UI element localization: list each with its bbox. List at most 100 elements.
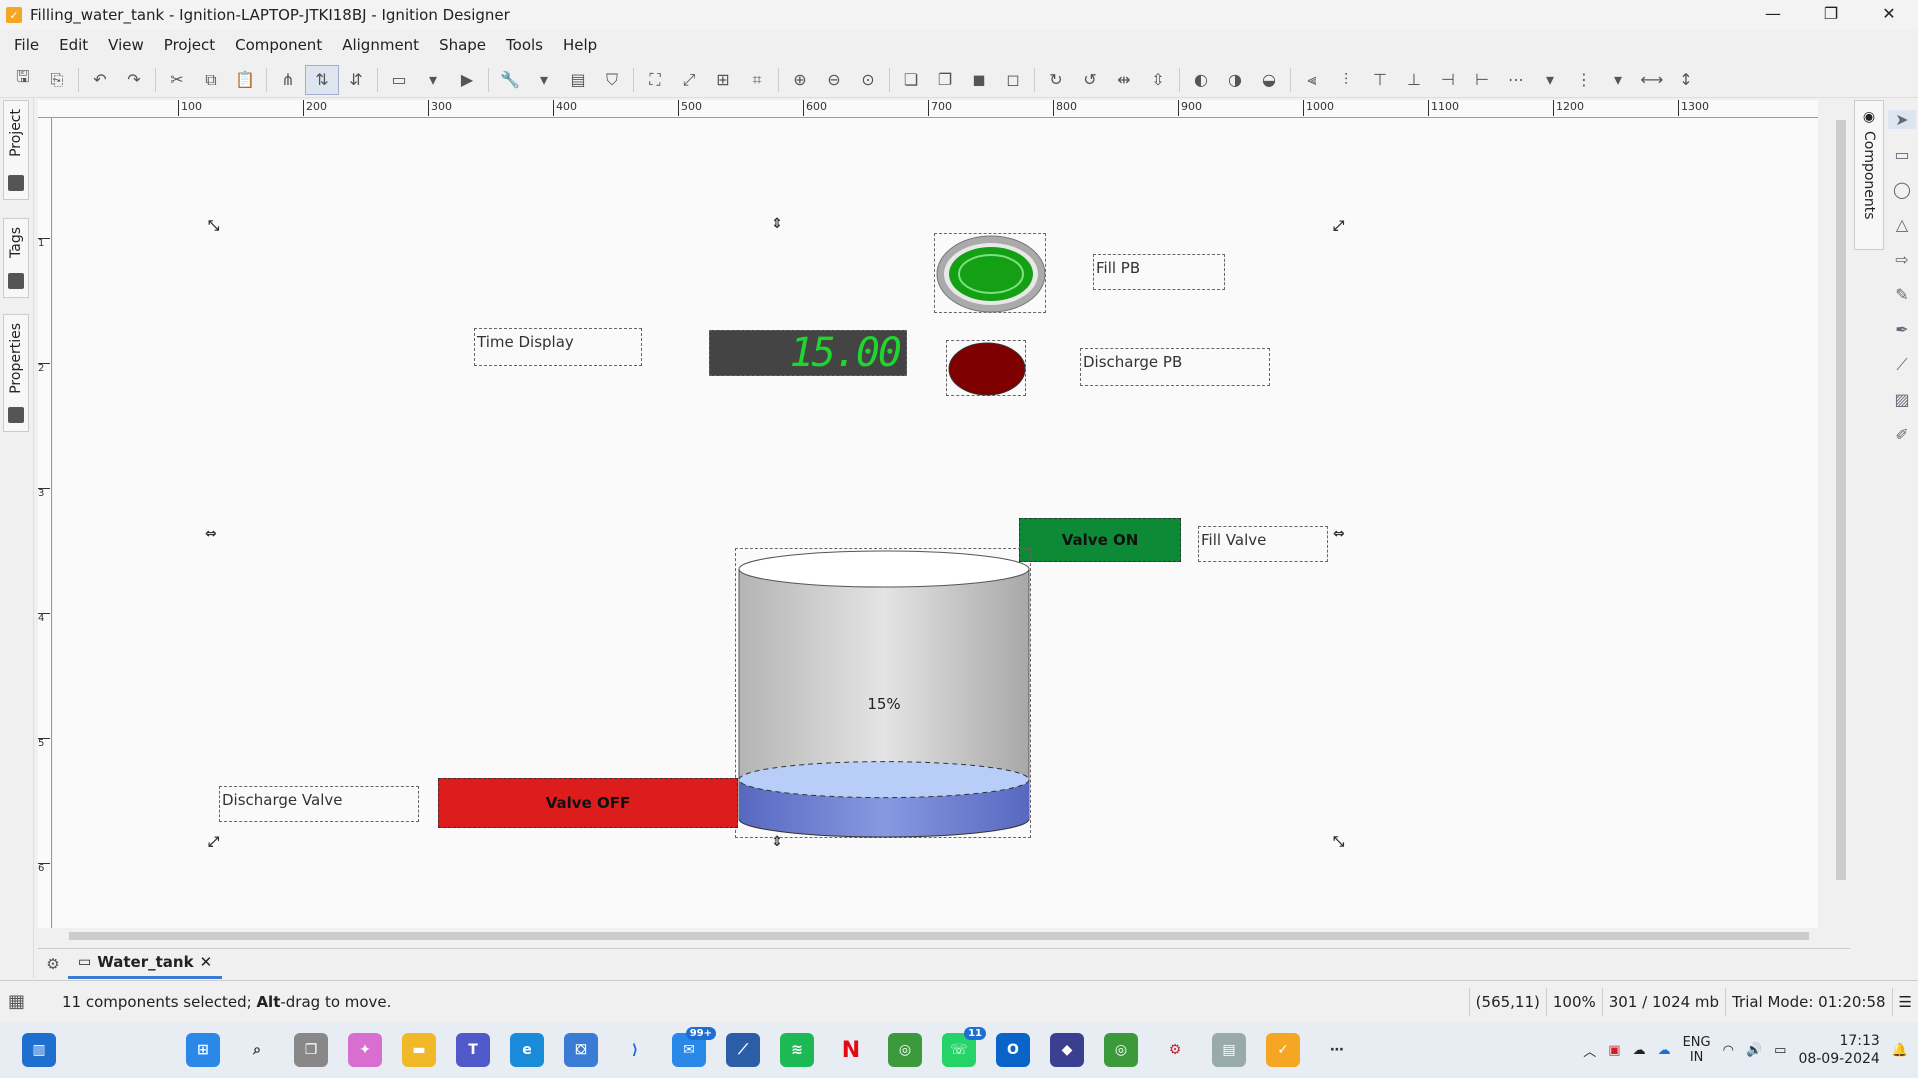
- vertical-scrollbar[interactable]: [1832, 100, 1850, 930]
- rotate-ccw-icon[interactable]: ↺: [1073, 65, 1107, 95]
- crop-icon[interactable]: ⌗: [740, 65, 774, 95]
- dropdown-icon[interactable]: ▾: [416, 65, 450, 95]
- horizontal-scrollbar[interactable]: [53, 928, 1833, 944]
- onedrive-icon[interactable]: ☁: [1658, 1043, 1671, 1058]
- discharge-pb-label[interactable]: Discharge PB: [1080, 348, 1270, 386]
- menu-shape[interactable]: Shape: [429, 36, 496, 54]
- resize-handle-icon[interactable]: ⇔: [1333, 526, 1345, 542]
- fill-valve-button[interactable]: Valve ON: [1019, 518, 1181, 562]
- cloud-icon[interactable]: ☁: [1633, 1043, 1646, 1058]
- task-view-icon[interactable]: ❐: [294, 1033, 328, 1067]
- wrench-icon[interactable]: 🔧: [493, 65, 527, 95]
- fill-pb-label[interactable]: Fill PB: [1093, 254, 1225, 290]
- anchor-icon[interactable]: ⇵: [339, 65, 373, 95]
- vscode-icon[interactable]: ⟩: [618, 1033, 652, 1067]
- chrome-icon[interactable]: ◎: [888, 1033, 922, 1067]
- snap-icon[interactable]: ⋔: [271, 65, 305, 95]
- preview-play-icon[interactable]: ▶: [450, 65, 484, 95]
- layout-icon[interactable]: ⇅: [305, 64, 339, 95]
- redo-icon[interactable]: ↷: [117, 65, 151, 95]
- fit-icon[interactable]: ⤢: [672, 65, 706, 95]
- clock[interactable]: 17:13 08-09-2024: [1798, 1032, 1879, 1068]
- time-display-label[interactable]: Time Display: [474, 328, 642, 366]
- file-explorer-icon[interactable]: ▬: [402, 1033, 436, 1067]
- line-tool-icon[interactable]: ⟋: [1896, 355, 1907, 374]
- copy-icon[interactable]: ⧉: [194, 65, 228, 95]
- teams-icon[interactable]: T: [456, 1033, 490, 1067]
- same-height-icon[interactable]: ↕: [1669, 65, 1703, 95]
- document-icon[interactable]: ▤: [561, 65, 595, 95]
- fill-valve-label[interactable]: Fill Valve: [1198, 526, 1328, 562]
- menu-tools[interactable]: Tools: [496, 36, 553, 54]
- union-icon[interactable]: ◐: [1184, 65, 1218, 95]
- bring-forward-icon[interactable]: ❏: [894, 65, 928, 95]
- distribute-v-icon[interactable]: ⋮: [1567, 65, 1601, 95]
- align-middle-icon[interactable]: ⊣: [1431, 65, 1465, 95]
- intersect-icon[interactable]: ◒: [1252, 65, 1286, 95]
- menu-alignment[interactable]: Alignment: [332, 36, 429, 54]
- design-canvas[interactable]: ⤡ ⇕ ⤢ ⇔ ⇔ ⤢ ⇕ ⤡ Fill PB Time Display 15.…: [53, 118, 1818, 928]
- maximize-button[interactable]: ❐: [1802, 0, 1860, 30]
- time-led-display[interactable]: 15.00: [709, 330, 907, 376]
- align-center-icon[interactable]: ⫶: [1329, 65, 1363, 95]
- chrome-profile-icon[interactable]: ◎: [1104, 1033, 1138, 1067]
- arrow-tool-icon[interactable]: ⇨: [1895, 250, 1908, 269]
- tags-tab[interactable]: Tags: [3, 218, 29, 298]
- status-settings-icon[interactable]: ☰: [1891, 988, 1918, 1016]
- minimize-button[interactable]: —: [1744, 0, 1802, 30]
- ignition-taskbar-icon[interactable]: ✓: [1266, 1033, 1300, 1067]
- distribute-h-icon[interactable]: ⋯: [1499, 65, 1533, 95]
- close-button[interactable]: ✕: [1860, 0, 1918, 30]
- wifi-icon[interactable]: ◠: [1723, 1043, 1734, 1058]
- menu-file[interactable]: File: [4, 36, 49, 54]
- rectangle-tool-icon[interactable]: ▭: [1894, 145, 1909, 164]
- polygon-tool-icon[interactable]: △: [1896, 215, 1908, 234]
- ellipse-tool-icon[interactable]: ◯: [1893, 180, 1911, 199]
- send-back-icon[interactable]: ◻: [996, 65, 1030, 95]
- grid-icon[interactable]: ▦: [8, 991, 25, 1012]
- app-icon[interactable]: ◆: [1050, 1033, 1084, 1067]
- paste-icon[interactable]: 📋: [228, 65, 262, 95]
- fill-pushbutton[interactable]: [934, 233, 1046, 313]
- select-region-icon[interactable]: ⛶: [638, 65, 672, 95]
- align-right-icon[interactable]: ⊢: [1465, 65, 1499, 95]
- tab-close-icon[interactable]: ✕: [200, 953, 213, 971]
- search-icon[interactable]: ⌕: [240, 1033, 274, 1067]
- discharge-valve-label[interactable]: Discharge Valve: [219, 786, 419, 822]
- notification-bell-icon[interactable]: 🔔: [1892, 1043, 1908, 1058]
- menu-project[interactable]: Project: [154, 36, 225, 54]
- zoom-out-icon[interactable]: ⊖: [817, 65, 851, 95]
- menu-component[interactable]: Component: [225, 36, 332, 54]
- bring-front-icon[interactable]: ◼: [962, 65, 996, 95]
- resize-handle-icon[interactable]: ⤢: [1333, 218, 1344, 234]
- automation-icon[interactable]: ⚙: [1158, 1033, 1192, 1067]
- store-icon[interactable]: ⛋: [564, 1033, 598, 1067]
- pencil-tool-icon[interactable]: ✎: [1895, 285, 1908, 304]
- menu-edit[interactable]: Edit: [49, 36, 98, 54]
- resize-handle-icon[interactable]: ⇕: [771, 216, 783, 232]
- language-indicator[interactable]: ENG IN: [1683, 1035, 1711, 1065]
- menu-view[interactable]: View: [98, 36, 154, 54]
- discharge-valve-button[interactable]: Valve OFF: [438, 778, 738, 828]
- settings-icon[interactable]: ⚙: [38, 955, 68, 973]
- project-tab[interactable]: Project: [3, 100, 29, 200]
- edge-icon[interactable]: e: [510, 1033, 544, 1067]
- rotate-cw-icon[interactable]: ↻: [1039, 65, 1073, 95]
- battery-icon[interactable]: ▭: [1774, 1043, 1786, 1058]
- water-tank[interactable]: 15%: [735, 548, 1031, 838]
- dropdown-icon-3[interactable]: ▾: [1533, 65, 1567, 95]
- chevron-up-icon[interactable]: ︿: [1583, 1041, 1596, 1060]
- resize-handle-icon[interactable]: ⇔: [205, 526, 217, 542]
- mail-icon[interactable]: ✉ 99+: [672, 1027, 716, 1067]
- zoom-in-icon[interactable]: ⊕: [783, 65, 817, 95]
- netflix-icon[interactable]: N: [834, 1033, 868, 1067]
- outlook-icon[interactable]: O: [996, 1033, 1030, 1067]
- properties-tab[interactable]: Properties: [3, 314, 29, 432]
- eyedropper-tool-icon[interactable]: ✐: [1895, 425, 1908, 444]
- pointer-tool-icon[interactable]: ➤: [1888, 110, 1916, 129]
- volume-icon[interactable]: 🔊: [1746, 1043, 1762, 1058]
- pen-tool-icon[interactable]: ✒: [1895, 320, 1908, 339]
- align-bottom-icon[interactable]: ⊥: [1397, 65, 1431, 95]
- difference-icon[interactable]: ◑: [1218, 65, 1252, 95]
- dropdown-icon-2[interactable]: ▾: [527, 65, 561, 95]
